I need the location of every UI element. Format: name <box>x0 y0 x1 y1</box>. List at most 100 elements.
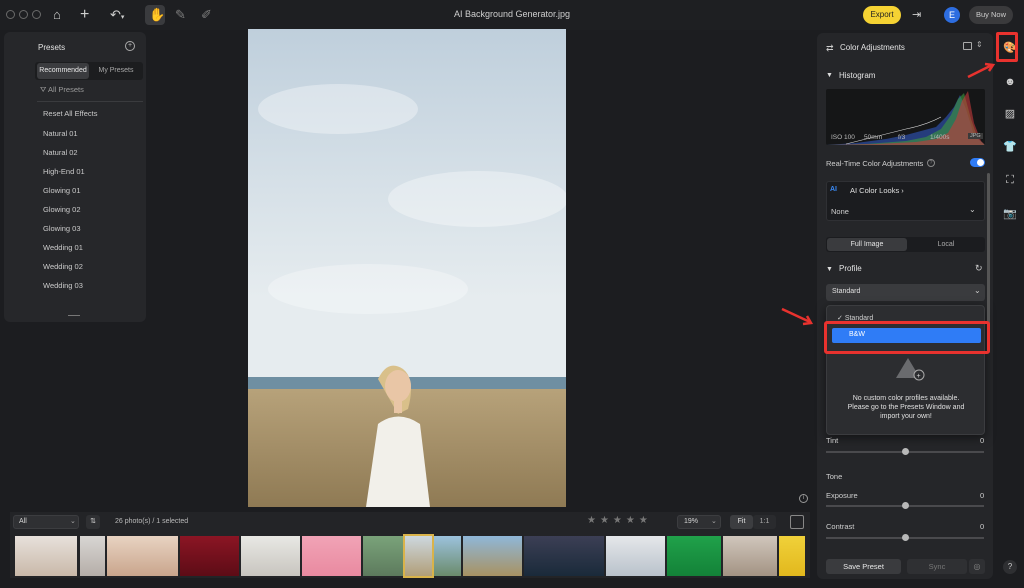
list-item[interactable] <box>15 536 77 576</box>
share-icon[interactable]: ⇥ <box>912 7 921 23</box>
filter-select-value: All <box>19 518 27 525</box>
face-icon[interactable]: ☻ <box>1003 75 1017 89</box>
histogram-title: Histogram <box>839 71 876 80</box>
sync-settings-icon[interactable]: ◎ <box>969 559 985 574</box>
list-item[interactable] <box>779 536 805 576</box>
contrast-slider-handle[interactable] <box>902 534 909 541</box>
exposure-slider[interactable] <box>826 502 984 509</box>
exif-aperture: f/3 <box>898 134 906 141</box>
svg-text:+: + <box>917 373 921 380</box>
list-item[interactable] <box>302 536 361 576</box>
divider <box>37 101 143 102</box>
all-presets-filter[interactable]: ⛛ All Presets <box>40 85 84 95</box>
exif-row: ISO 100 50mm f/3 1/400s JPG <box>826 133 985 145</box>
annotation-arrow-icon <box>967 62 996 79</box>
list-item[interactable] <box>723 536 777 576</box>
preset-item[interactable]: Wedding 03 <box>43 281 83 290</box>
list-item[interactable] <box>667 536 721 576</box>
preset-item[interactable]: Glowing 03 <box>43 224 81 233</box>
avatar[interactable]: E <box>944 7 960 23</box>
star-rating[interactable]: ★★★★★ <box>587 515 652 526</box>
photo-image <box>248 29 566 507</box>
camera-icon[interactable]: 📷 <box>1003 207 1017 221</box>
fit-button[interactable]: Fit <box>730 515 753 529</box>
panel-title: Color Adjustments <box>840 43 905 52</box>
crop-icon[interactable]: ⛶ <box>1003 173 1017 187</box>
zoom-select[interactable]: 19% ⌄ <box>677 515 721 529</box>
exposure-slider-handle[interactable] <box>902 502 909 509</box>
preset-item[interactable]: Wedding 01 <box>43 243 83 252</box>
help-icon[interactable]: ? <box>927 159 935 167</box>
panel-toggle-icon[interactable] <box>790 515 804 529</box>
list-item[interactable] <box>363 536 404 576</box>
collapse-icon[interactable]: ▼ <box>826 72 833 79</box>
help-button[interactable]: ? <box>1003 560 1017 574</box>
contrast-value: 0 <box>980 522 985 531</box>
main-photo[interactable] <box>248 29 566 507</box>
clothing-icon[interactable]: 👕 <box>1003 140 1017 154</box>
tab-full-image[interactable]: Full Image <box>827 238 907 251</box>
tab-local[interactable]: Local <box>907 238 985 251</box>
contrast-slider[interactable] <box>826 534 984 541</box>
list-item[interactable] <box>524 536 604 576</box>
exif-focal: 50mm <box>864 134 883 141</box>
profile-title: Profile <box>839 264 862 273</box>
tint-slider-handle[interactable] <box>902 448 909 455</box>
chevron-down-icon[interactable]: ⌄ <box>969 205 976 214</box>
export-button[interactable]: Export <box>863 6 901 24</box>
list-item[interactable] <box>434 536 461 576</box>
tab-recommended[interactable]: Recommended <box>37 63 89 79</box>
preset-item[interactable]: Natural 02 <box>43 148 78 157</box>
preset-item[interactable]: High-End 01 <box>43 167 85 176</box>
sliders-icon: ⇄ <box>826 43 834 53</box>
buy-now-button[interactable]: Buy Now <box>969 6 1013 24</box>
list-item-selected[interactable] <box>403 534 434 578</box>
preset-item[interactable]: Wedding 02 <box>43 262 83 271</box>
collapse-icon[interactable]: ▼ <box>826 266 833 273</box>
list-item[interactable] <box>463 536 522 576</box>
exif-format: JPG <box>968 133 983 139</box>
preset-item[interactable]: Glowing 02 <box>43 205 81 214</box>
list-item[interactable] <box>180 536 239 576</box>
tint-value: 0 <box>980 436 985 445</box>
tint-slider[interactable] <box>826 448 984 455</box>
one-to-one-button[interactable]: 1:1 <box>753 515 776 529</box>
background-icon[interactable]: ▨ <box>1003 107 1017 121</box>
empty-profiles-message: No custom color profiles available. Plea… <box>847 395 965 420</box>
chevron-down-icon: ⌄ <box>711 518 717 525</box>
preset-item[interactable]: Glowing 01 <box>43 186 81 195</box>
realtime-toggle[interactable] <box>970 158 985 167</box>
list-item[interactable] <box>241 536 300 576</box>
compare-icon[interactable] <box>963 42 972 50</box>
save-preset-button[interactable]: Save Preset <box>826 559 901 574</box>
annotation-arrow-icon <box>781 307 814 326</box>
filter-icon: ⛛ <box>40 85 48 94</box>
ai-color-looks-link[interactable]: AI Color Looks › <box>850 186 904 195</box>
sync-button[interactable]: Sync <box>907 559 967 574</box>
reset-icon[interactable]: ↻ <box>975 263 983 274</box>
exposure-value: 0 <box>980 491 985 500</box>
list-item[interactable] <box>606 536 665 576</box>
color-adjustments-panel: ⇄ Color Adjustments ⇕ ▼ Histogram ISO 10… <box>817 33 993 579</box>
realtime-label: Real-Time Color Adjustments <box>826 159 924 168</box>
filter-select[interactable]: All ⌄ <box>13 515 79 529</box>
tab-my-presets[interactable]: My Presets <box>90 63 142 79</box>
list-item[interactable] <box>80 536 105 576</box>
annotation-highlight-box <box>996 32 1018 62</box>
profile-select[interactable]: Standard ⌄ <box>826 284 985 301</box>
list-item[interactable] <box>107 536 178 576</box>
ai-icon: AI <box>830 186 837 193</box>
mountain-plus-icon: + <box>896 358 925 381</box>
ai-color-looks-select[interactable]: None <box>831 207 849 216</box>
sort-icon[interactable]: ⇅ <box>86 515 100 529</box>
presets-panel: Presets + Recommended My Presets ⛛ All P… <box>4 32 146 322</box>
info-icon[interactable]: i <box>799 494 808 503</box>
reset-all-effects[interactable]: Reset All Effects <box>43 109 97 118</box>
add-preset-icon[interactable]: + <box>125 41 135 51</box>
chevron-down-icon: ⌄ <box>70 518 76 525</box>
panel-resize-handle[interactable] <box>68 315 80 316</box>
photo-count: 26 photo(s) / 1 selected <box>115 518 189 525</box>
tone-title: Tone <box>826 472 843 481</box>
preset-item[interactable]: Natural 01 <box>43 129 78 138</box>
chevron-updown-icon[interactable]: ⇕ <box>976 40 983 49</box>
